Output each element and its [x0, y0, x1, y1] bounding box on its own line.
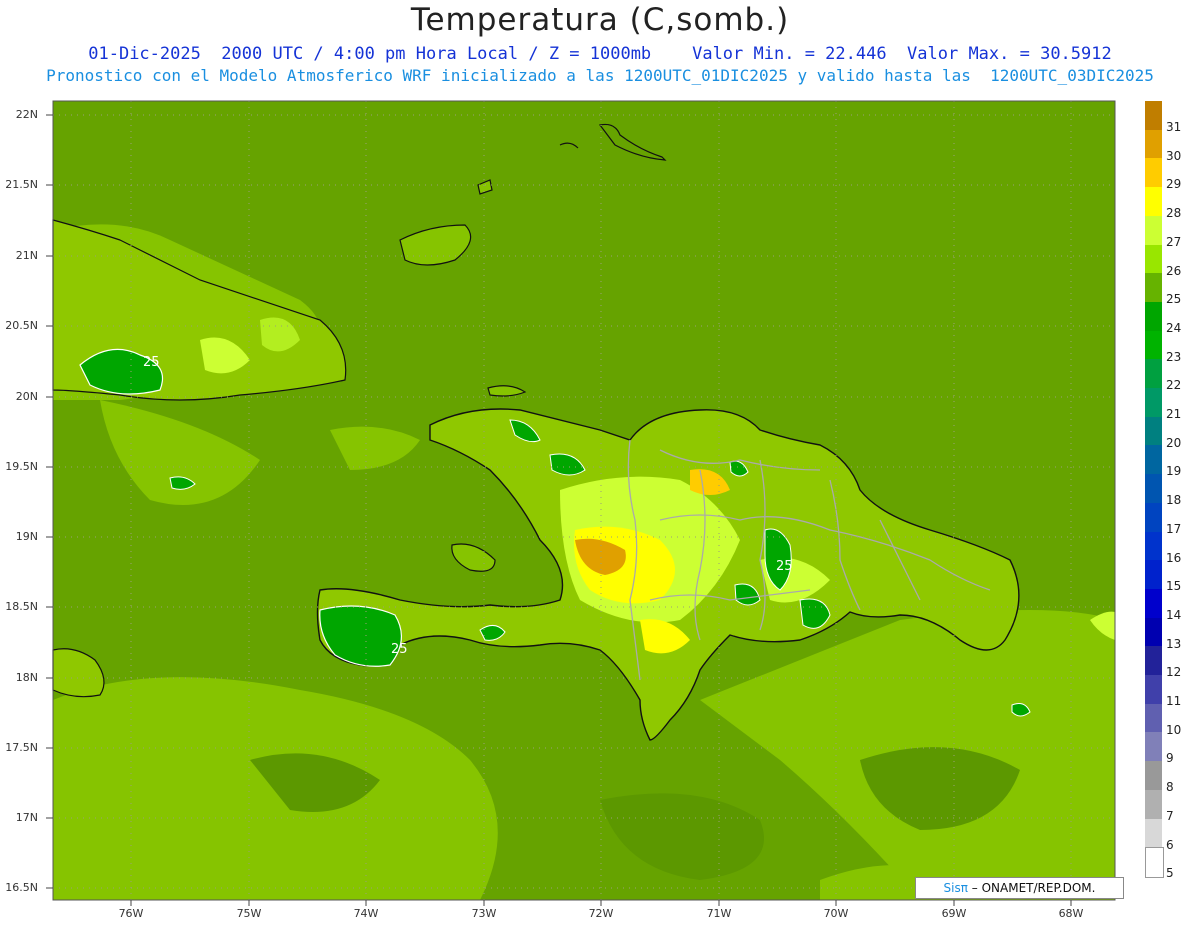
colorbar-label: 23	[1166, 349, 1182, 364]
colorbar-swatch	[1145, 301, 1162, 332]
colorbar-swatch	[1145, 187, 1162, 217]
colorbar-swatch	[1145, 474, 1162, 504]
colorbar-swatch	[1145, 244, 1162, 274]
colorbar-label: 24	[1166, 320, 1182, 335]
colorbar-label: 16	[1166, 550, 1182, 565]
colorbar-swatch	[1145, 617, 1162, 647]
colorbar-swatch	[1145, 359, 1162, 389]
contour-label: 25	[143, 355, 160, 370]
credit-box: Sisπ – ONAMET/REP.DOM.	[915, 877, 1124, 899]
colorbar-label: 10	[1166, 722, 1182, 737]
lon-label: 71W	[706, 907, 732, 920]
colorbar-label: 27	[1166, 234, 1182, 249]
colorbar-label: 6	[1166, 837, 1174, 852]
colorbar-swatch	[1145, 703, 1162, 733]
colorbar-swatch	[1145, 330, 1162, 360]
colorbar-label: 13	[1166, 636, 1182, 651]
colorbar-label: 20	[1166, 435, 1182, 450]
lat-label: 18.5N	[5, 600, 38, 613]
colorbar-swatch	[1145, 588, 1162, 619]
colorbar-label: 12	[1166, 665, 1182, 680]
lat-label: 19.5N	[5, 460, 38, 473]
colorbar-swatch	[1145, 646, 1162, 676]
lon-label: 72W	[588, 907, 614, 920]
lat-label: 22N	[15, 108, 38, 121]
colorbar-label: 21	[1166, 407, 1182, 421]
lat-label: 17N	[15, 811, 38, 824]
colorbar-swatch	[1145, 388, 1162, 418]
contour-label: 25	[391, 642, 408, 657]
colorbar-label: 25	[1166, 292, 1182, 307]
lon-label: 74W	[353, 907, 379, 920]
credit-text: – ONAMET/REP.DOM.	[967, 881, 1096, 895]
colorbar-swatch	[1145, 273, 1162, 303]
colorbar-label: 8	[1166, 780, 1174, 795]
temperature-map: 25 25 25	[46, 100, 1116, 906]
lon-label: 73W	[471, 907, 497, 920]
lat-label: 20N	[15, 390, 38, 403]
colorbar-swatch	[1145, 789, 1162, 819]
lon-label: 68W	[1058, 907, 1084, 920]
colorbar-swatch	[1145, 560, 1162, 590]
colorbar-swatch	[1145, 416, 1162, 446]
lat-label: 16.5N	[5, 881, 38, 894]
lat-label: 21.5N	[5, 178, 38, 191]
lat-label: 17.5N	[5, 741, 38, 754]
lat-label: 18N	[15, 671, 38, 684]
colorbar-swatch	[1145, 847, 1164, 879]
contour-label: 25	[776, 559, 793, 574]
lon-label: 75W	[236, 907, 262, 920]
colorbar-label: 30	[1166, 148, 1182, 163]
colorbar-label: 19	[1166, 464, 1182, 479]
colorbar-label: 17	[1166, 521, 1182, 536]
colorbar-swatch	[1145, 818, 1162, 848]
colorbar-label: 18	[1166, 493, 1182, 508]
colorbar-label: 5	[1166, 866, 1174, 881]
colorbar-label: 9	[1166, 751, 1174, 766]
colorbar-swatch	[1145, 101, 1162, 131]
colorbar-swatch	[1145, 531, 1162, 561]
colorbar-swatch	[1145, 129, 1162, 159]
colorbar-swatch	[1145, 732, 1162, 762]
colorbar-label: 28	[1166, 206, 1182, 221]
colorbar-swatch	[1145, 215, 1162, 245]
colorbar-swatch	[1145, 158, 1162, 188]
colorbar-label: 29	[1166, 177, 1182, 192]
colorbar-swatch	[1145, 761, 1162, 791]
colorbar-swatch	[1145, 502, 1162, 532]
colorbar-label: 22	[1166, 378, 1182, 393]
lon-label: 70W	[823, 907, 849, 920]
lat-label: 20.5N	[5, 319, 38, 332]
lat-label: 21N	[15, 249, 38, 262]
colorbar-label: 26	[1166, 263, 1182, 278]
lon-label: 76W	[118, 907, 144, 920]
lon-label: 69W	[941, 907, 967, 920]
colorbar-swatch	[1145, 675, 1162, 705]
colorbar-label: 14	[1166, 607, 1182, 622]
colorbar-label: 11	[1166, 694, 1182, 708]
colorbar-label: 31	[1166, 120, 1182, 134]
colorbar-label: 7	[1166, 808, 1174, 823]
sispi-logo-text: Sisπ	[943, 881, 968, 895]
lat-label: 19N	[15, 530, 38, 543]
colorbar-swatch	[1145, 445, 1162, 475]
colorbar-label: 15	[1166, 579, 1182, 594]
